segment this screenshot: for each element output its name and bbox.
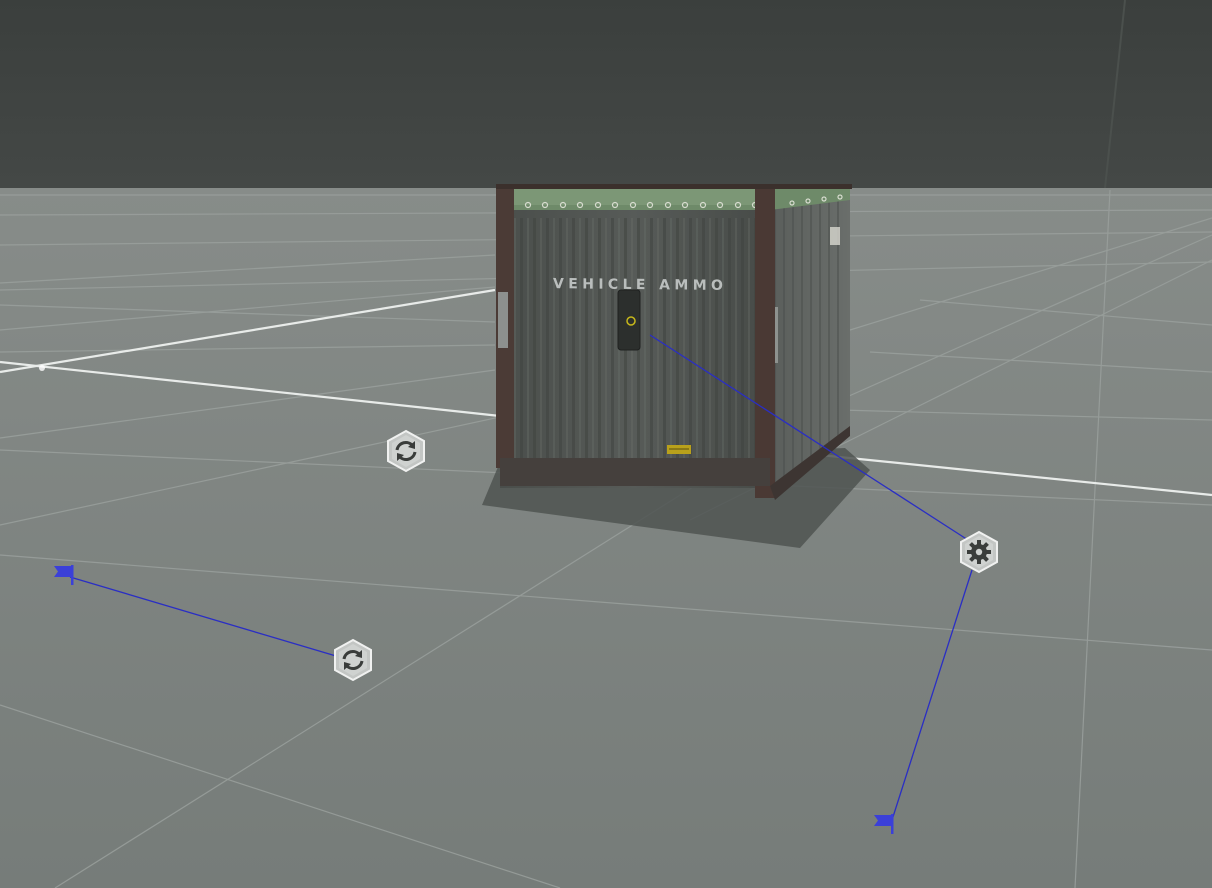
scene-canvas[interactable]	[0, 0, 1212, 888]
waypoint-flag-right[interactable]	[872, 812, 898, 836]
refresh-icon	[387, 429, 425, 473]
refresh-icon	[334, 638, 372, 682]
origin-glint	[39, 365, 45, 371]
spawn-point-marker-b[interactable]	[331, 638, 375, 682]
waypoint-flag-left[interactable]	[52, 563, 78, 587]
frame-bottom-rail	[500, 458, 770, 486]
settings-marker[interactable]	[957, 530, 1001, 574]
gear-icon	[960, 530, 998, 574]
sky	[0, 0, 1212, 188]
spawn-point-marker-a[interactable]	[384, 429, 428, 473]
side-placard	[830, 227, 840, 245]
door-lock-panel	[617, 289, 641, 351]
frame-post-right	[755, 186, 775, 498]
editor-viewport[interactable]: VEHICLE AMMO	[0, 0, 1212, 888]
flag-icon	[54, 565, 74, 585]
container-stencil-label: VEHICLE AMMO	[553, 276, 728, 294]
flag-icon	[874, 814, 894, 834]
frame-top-rail	[496, 184, 852, 189]
